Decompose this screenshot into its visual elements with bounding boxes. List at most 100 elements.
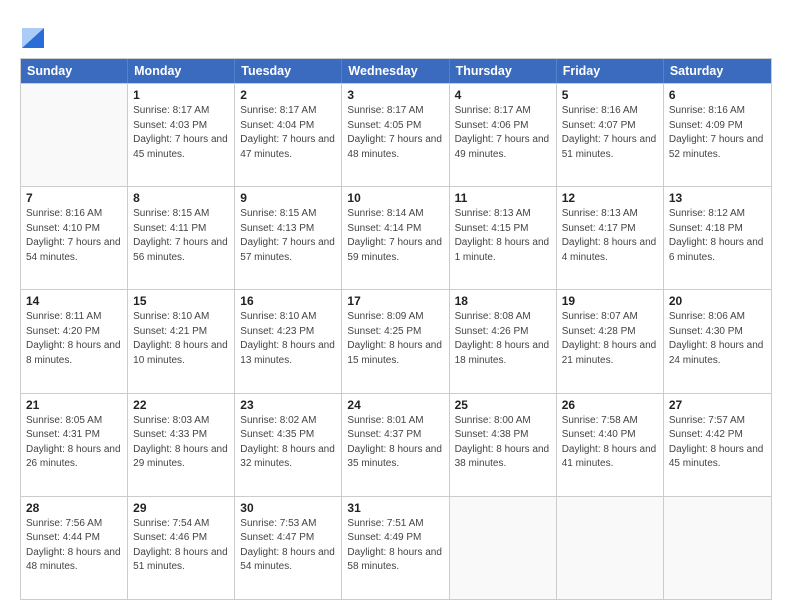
calendar-cell: 26Sunrise: 7:58 AM Sunset: 4:40 PM Dayli…	[557, 394, 664, 496]
day-number: 22	[133, 398, 229, 412]
day-info: Sunrise: 8:03 AM Sunset: 4:33 PM Dayligh…	[133, 414, 229, 472]
day-info: Sunrise: 7:54 AM Sunset: 4:46 PM Dayligh…	[133, 517, 229, 575]
header-cell-friday: Friday	[557, 59, 664, 83]
day-info: Sunrise: 8:16 AM Sunset: 4:09 PM Dayligh…	[669, 104, 766, 162]
calendar-cell: 13 Sunrise: 8:12 AM Sunset: 4:18 PM Dayli…	[664, 187, 771, 289]
calendar-cell: 18Sunrise: 8:08 AM Sunset: 4:26 PM Dayli…	[450, 290, 557, 392]
day-info: Sunrise: 8:15 AM Sunset: 4:13 PM Dayligh…	[240, 207, 336, 265]
day-info: Sunrise: 7:53 AM Sunset: 4:47 PM Dayligh…	[240, 517, 336, 575]
day-info: Sunrise: 8:13 AM Sunset: 4:15 PM Dayligh…	[455, 207, 551, 265]
calendar-cell: 20Sunrise: 8:06 AM Sunset: 4:30 PM Dayli…	[664, 290, 771, 392]
header-cell-sunday: Sunday	[21, 59, 128, 83]
day-info: Sunrise: 8:05 AM Sunset: 4:31 PM Dayligh…	[26, 414, 122, 472]
calendar-cell: 5 Sunrise: 8:16 AM Sunset: 4:07 PM Daylig…	[557, 84, 664, 186]
day-info: Sunrise: 8:09 AM Sunset: 4:25 PM Dayligh…	[347, 310, 443, 368]
calendar-cell	[21, 84, 128, 186]
day-number: 15	[133, 294, 229, 308]
calendar-cell: 15 Sunrise: 8:10 AM Sunset: 4:21 PM Dayli…	[128, 290, 235, 392]
calendar-cell	[664, 497, 771, 599]
calendar-cell: 6Sunrise: 8:16 AM Sunset: 4:09 PM Daylig…	[664, 84, 771, 186]
day-number: 7	[26, 191, 122, 205]
day-number: 17	[347, 294, 443, 308]
calendar-cell: 27Sunrise: 7:57 AM Sunset: 4:42 PM Dayli…	[664, 394, 771, 496]
calendar-cell: 12 Sunrise: 8:13 AM Sunset: 4:17 PM Dayli…	[557, 187, 664, 289]
day-number: 20	[669, 294, 766, 308]
calendar-cell: 31 Sunrise: 7:51 AM Sunset: 4:49 PM Dayli…	[342, 497, 449, 599]
calendar-cell: 29 Sunrise: 7:54 AM Sunset: 4:46 PM Dayli…	[128, 497, 235, 599]
day-info: Sunrise: 8:17 AM Sunset: 4:03 PM Dayligh…	[133, 104, 229, 162]
calendar-cell: 11 Sunrise: 8:13 AM Sunset: 4:15 PM Dayli…	[450, 187, 557, 289]
day-number: 3	[347, 88, 443, 102]
calendar-cell: 22 Sunrise: 8:03 AM Sunset: 4:33 PM Dayli…	[128, 394, 235, 496]
day-info: Sunrise: 8:12 AM Sunset: 4:18 PM Dayligh…	[669, 207, 766, 265]
day-info: Sunrise: 8:17 AM Sunset: 4:05 PM Dayligh…	[347, 104, 443, 162]
day-number: 12	[562, 191, 658, 205]
calendar-row-5: 28Sunrise: 7:56 AM Sunset: 4:44 PM Dayli…	[21, 496, 771, 599]
day-number: 10	[347, 191, 443, 205]
day-number: 14	[26, 294, 122, 308]
calendar-cell: 14 Sunrise: 8:11 AM Sunset: 4:20 PM Dayli…	[21, 290, 128, 392]
day-number: 1	[133, 88, 229, 102]
calendar-cell: 28Sunrise: 7:56 AM Sunset: 4:44 PM Dayli…	[21, 497, 128, 599]
calendar-cell: 7Sunrise: 8:16 AM Sunset: 4:10 PM Daylig…	[21, 187, 128, 289]
day-number: 5	[562, 88, 658, 102]
day-number: 4	[455, 88, 551, 102]
calendar-cell: 2 Sunrise: 8:17 AM Sunset: 4:04 PM Daylig…	[235, 84, 342, 186]
day-number: 18	[455, 294, 551, 308]
calendar-cell: 19 Sunrise: 8:07 AM Sunset: 4:28 PM Dayli…	[557, 290, 664, 392]
calendar-cell: 1 Sunrise: 8:17 AM Sunset: 4:03 PM Daylig…	[128, 84, 235, 186]
calendar-cell: 30Sunrise: 7:53 AM Sunset: 4:47 PM Dayli…	[235, 497, 342, 599]
day-info: Sunrise: 8:14 AM Sunset: 4:14 PM Dayligh…	[347, 207, 443, 265]
day-number: 13	[669, 191, 766, 205]
calendar-cell: 9 Sunrise: 8:15 AM Sunset: 4:13 PM Daylig…	[235, 187, 342, 289]
header-cell-thursday: Thursday	[450, 59, 557, 83]
day-number: 25	[455, 398, 551, 412]
calendar-cell: 10 Sunrise: 8:14 AM Sunset: 4:14 PM Dayli…	[342, 187, 449, 289]
calendar-header: SundayMondayTuesdayWednesdayThursdayFrid…	[21, 59, 771, 83]
calendar-cell: 16 Sunrise: 8:10 AM Sunset: 4:23 PM Dayli…	[235, 290, 342, 392]
day-info: Sunrise: 8:10 AM Sunset: 4:21 PM Dayligh…	[133, 310, 229, 368]
day-number: 19	[562, 294, 658, 308]
calendar-body: 1 Sunrise: 8:17 AM Sunset: 4:03 PM Daylig…	[21, 83, 771, 599]
day-number: 31	[347, 501, 443, 515]
day-info: Sunrise: 8:07 AM Sunset: 4:28 PM Dayligh…	[562, 310, 658, 368]
header	[20, 16, 772, 50]
day-info: Sunrise: 8:01 AM Sunset: 4:37 PM Dayligh…	[347, 414, 443, 472]
calendar-cell	[557, 497, 664, 599]
calendar-cell: 25 Sunrise: 8:00 AM Sunset: 4:38 PM Dayli…	[450, 394, 557, 496]
header-cell-saturday: Saturday	[664, 59, 771, 83]
day-number: 2	[240, 88, 336, 102]
day-number: 28	[26, 501, 122, 515]
day-number: 11	[455, 191, 551, 205]
calendar-row-2: 7Sunrise: 8:16 AM Sunset: 4:10 PM Daylig…	[21, 186, 771, 289]
day-info: Sunrise: 7:57 AM Sunset: 4:42 PM Dayligh…	[669, 414, 766, 472]
header-cell-wednesday: Wednesday	[342, 59, 449, 83]
day-number: 24	[347, 398, 443, 412]
header-cell-monday: Monday	[128, 59, 235, 83]
day-number: 9	[240, 191, 336, 205]
day-info: Sunrise: 8:10 AM Sunset: 4:23 PM Dayligh…	[240, 310, 336, 368]
day-info: Sunrise: 8:17 AM Sunset: 4:06 PM Dayligh…	[455, 104, 551, 162]
logo-icon	[22, 20, 44, 48]
day-info: Sunrise: 7:51 AM Sunset: 4:49 PM Dayligh…	[347, 517, 443, 575]
day-info: Sunrise: 8:11 AM Sunset: 4:20 PM Dayligh…	[26, 310, 122, 368]
day-number: 16	[240, 294, 336, 308]
day-info: Sunrise: 8:00 AM Sunset: 4:38 PM Dayligh…	[455, 414, 551, 472]
day-info: Sunrise: 8:13 AM Sunset: 4:17 PM Dayligh…	[562, 207, 658, 265]
day-number: 29	[133, 501, 229, 515]
calendar-cell: 23 Sunrise: 8:02 AM Sunset: 4:35 PM Dayli…	[235, 394, 342, 496]
calendar-cell: 8 Sunrise: 8:15 AM Sunset: 4:11 PM Daylig…	[128, 187, 235, 289]
calendar: SundayMondayTuesdayWednesdayThursdayFrid…	[20, 58, 772, 600]
day-number: 26	[562, 398, 658, 412]
day-info: Sunrise: 8:02 AM Sunset: 4:35 PM Dayligh…	[240, 414, 336, 472]
calendar-cell: 4 Sunrise: 8:17 AM Sunset: 4:06 PM Daylig…	[450, 84, 557, 186]
day-number: 23	[240, 398, 336, 412]
day-number: 8	[133, 191, 229, 205]
day-number: 21	[26, 398, 122, 412]
day-info: Sunrise: 8:17 AM Sunset: 4:04 PM Dayligh…	[240, 104, 336, 162]
day-info: Sunrise: 8:16 AM Sunset: 4:07 PM Dayligh…	[562, 104, 658, 162]
page: SundayMondayTuesdayWednesdayThursdayFrid…	[0, 0, 792, 612]
day-info: Sunrise: 8:15 AM Sunset: 4:11 PM Dayligh…	[133, 207, 229, 265]
calendar-row-1: 1 Sunrise: 8:17 AM Sunset: 4:03 PM Daylig…	[21, 83, 771, 186]
logo	[20, 20, 44, 50]
